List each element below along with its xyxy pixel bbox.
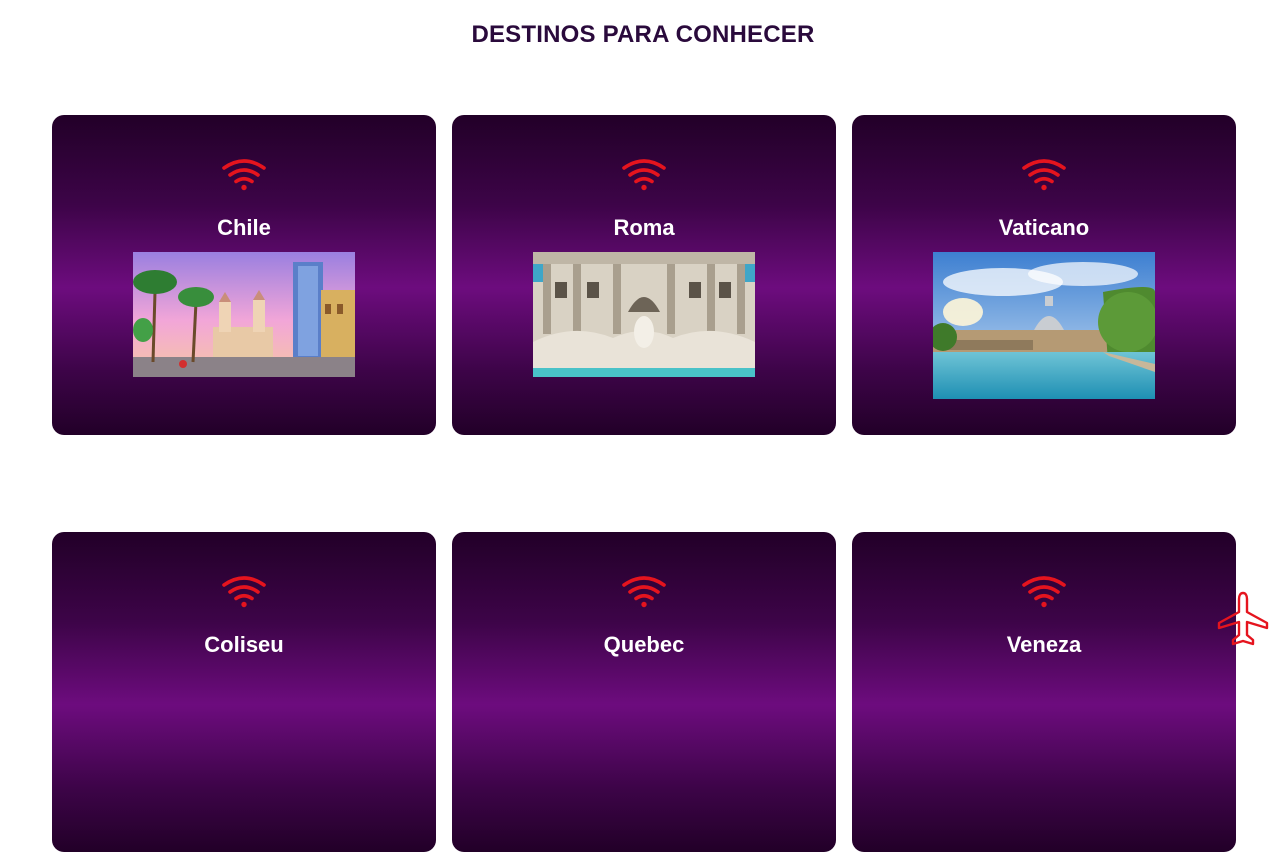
wifi-icon [1022, 576, 1066, 608]
destination-card-vaticano[interactable]: Vaticano [852, 115, 1236, 435]
destination-card-roma[interactable]: Roma [452, 115, 836, 435]
destination-card-veneza[interactable]: Veneza [852, 532, 1236, 852]
wifi-icon [622, 159, 666, 191]
airplane-icon[interactable] [1214, 590, 1272, 648]
vatican-river-photo [933, 252, 1155, 399]
trevi-fountain-photo [533, 252, 755, 377]
destination-name: Veneza [1006, 632, 1082, 657]
destination-card-coliseu[interactable]: Coliseu [52, 532, 436, 852]
wifi-icon [1022, 159, 1066, 191]
page-title: DESTINOS PARA CONHECER [471, 21, 815, 48]
destination-name: Chile [217, 215, 271, 240]
chile-photo [133, 252, 355, 377]
destination-name: Vaticano [998, 215, 1090, 240]
wifi-icon [622, 576, 666, 608]
destination-name: Roma [613, 215, 675, 240]
destination-name: Quebec [603, 632, 685, 657]
wifi-icon [222, 576, 266, 608]
destination-card-chile[interactable]: Chile [52, 115, 436, 435]
destination-card-quebec[interactable]: Quebec [452, 532, 836, 852]
destination-name: Coliseu [204, 632, 284, 657]
wifi-icon [222, 159, 266, 191]
